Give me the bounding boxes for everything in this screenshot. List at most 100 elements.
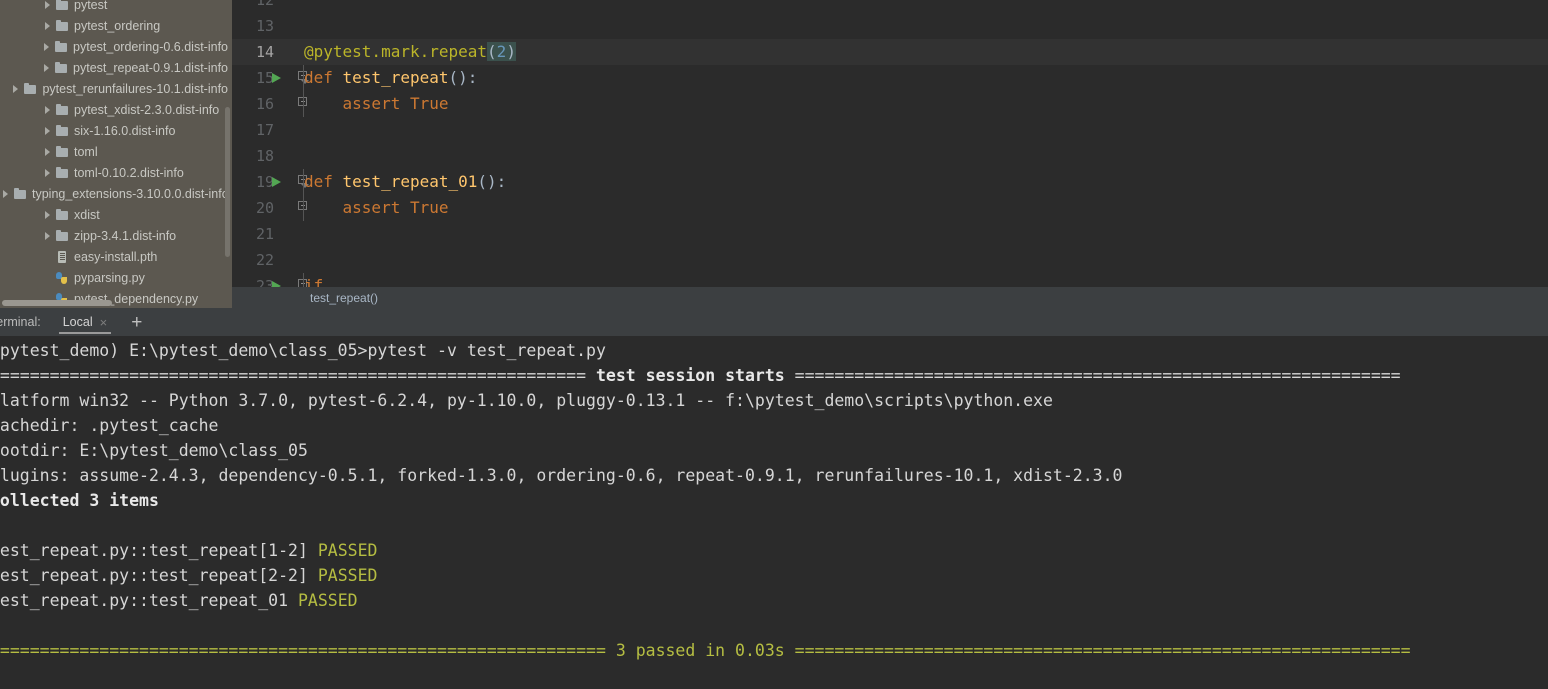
code-line[interactable]: 21 [232, 221, 1548, 247]
line-number-gutter[interactable]: 15 [232, 65, 302, 91]
folder-icon [55, 124, 70, 138]
tree-item[interactable]: six-1.16.0.dist-info [0, 120, 232, 141]
code-token: @pytest.mark.repeat [304, 42, 488, 61]
tree-item[interactable]: pytest_repeat-0.9.1.dist-info [0, 57, 232, 78]
tree-item[interactable]: zipp-3.4.1.dist-info [0, 225, 232, 246]
line-number: 21 [255, 225, 274, 243]
terminal-segment: test_repeat.py::test_repeat[1-2] [0, 541, 318, 560]
line-number-gutter[interactable]: 20 [232, 195, 302, 221]
code-editor[interactable]: 12 13 14 @pytest.mark.repeat(2) 15 def test_r… [232, 0, 1548, 308]
chevron-right-icon[interactable] [42, 208, 55, 221]
chevron-right-icon[interactable] [0, 187, 13, 200]
line-number: 20 [255, 199, 274, 217]
tree-item[interactable]: toml [0, 141, 232, 162]
code-text: @pytest.mark.repeat(2) [304, 39, 516, 65]
terminal-segment: PASSED [317, 541, 378, 560]
chevron-right-icon[interactable] [42, 145, 55, 158]
tree-item-label: toml-0.10.2.dist-info [74, 165, 184, 180]
line-number-gutter[interactable]: 16 [232, 91, 302, 117]
terminal-segment: PASSED [297, 591, 358, 610]
line-number-gutter[interactable]: 18 [232, 143, 302, 169]
code-line[interactable]: 15 def test_repeat(): [232, 65, 1548, 91]
code-line[interactable]: 22 [232, 247, 1548, 273]
terminal-segment: (pytest_demo) E:\pytest_demo\class_05>py… [0, 341, 606, 360]
chevron-right-icon[interactable] [42, 19, 55, 32]
code-line[interactable]: 14 @pytest.mark.repeat(2) [232, 39, 1548, 65]
project-file-tree[interactable]: pytest pytest_ordering pytest_ordering-0.6… [0, 0, 232, 308]
line-number-gutter[interactable]: 19 [232, 169, 302, 195]
tree-item[interactable]: pytest_ordering [0, 15, 232, 36]
code-token: True [409, 94, 449, 113]
tree-item[interactable]: easy-install.pth [0, 246, 232, 267]
code-token: def [304, 172, 343, 191]
sidebar-vertical-scrollbar[interactable] [225, 107, 230, 257]
add-terminal-icon[interactable]: + [125, 313, 148, 332]
code-text: def test_repeat_01(): [304, 169, 506, 195]
chevron-right-icon[interactable] [42, 166, 55, 179]
code-token: assert [304, 94, 410, 113]
folder-icon [55, 145, 70, 159]
folder-icon [13, 187, 28, 201]
code-line[interactable]: 16 assert True [232, 91, 1548, 117]
terminal-output[interactable]: (pytest_demo) E:\pytest_demo\class_05>py… [0, 336, 1548, 689]
line-number-gutter[interactable]: 14 [232, 39, 302, 65]
tree-item[interactable]: pytest_xdist-2.3.0.dist-info [0, 99, 232, 120]
code-line[interactable]: 13 [232, 13, 1548, 39]
code-line[interactable]: 12 [232, 0, 1548, 13]
chevron-right-icon[interactable] [10, 82, 23, 95]
chevron-right-icon[interactable] [41, 40, 54, 53]
tree-item-label: toml [74, 144, 98, 159]
run-test-icon[interactable] [272, 177, 281, 187]
code-lines[interactable]: 12 13 14 @pytest.mark.repeat(2) 15 def test_r… [232, 0, 1548, 299]
code-line[interactable]: 17 [232, 117, 1548, 143]
line-number: 13 [255, 17, 274, 35]
line-number: 14 [255, 43, 274, 61]
code-token: test_repeat [342, 68, 449, 87]
chevron-right-icon[interactable] [41, 61, 54, 74]
tree-item[interactable]: typing_extensions-3.10.0.0.dist-info [0, 183, 232, 204]
line-number-gutter[interactable]: 22 [232, 247, 302, 273]
line-number-gutter[interactable]: 13 [232, 13, 302, 39]
code-line[interactable]: 20 assert True [232, 195, 1548, 221]
chevron-right-icon[interactable] [42, 124, 55, 137]
tree-item[interactable]: pyparsing.py [0, 267, 232, 288]
line-number: 12 [255, 0, 274, 9]
editor-breadcrumb[interactable]: test_repeat() [232, 287, 1548, 308]
chevron-right-icon[interactable] [42, 229, 55, 242]
line-number-gutter[interactable]: 21 [232, 221, 302, 247]
code-text: assert True [304, 195, 449, 221]
tree-item[interactable]: xdist [0, 204, 232, 225]
tree-item[interactable]: toml-0.10.2.dist-info [0, 162, 232, 183]
terminal-line: collected 3 items [0, 488, 1548, 513]
tree-item-label: pyparsing.py [74, 270, 145, 285]
tree-item-label: six-1.16.0.dist-info [74, 123, 176, 138]
chevron-right-icon[interactable] [42, 0, 55, 11]
tree-item[interactable]: pytest_rerunfailures-10.1.dist-info [0, 78, 232, 99]
line-number-gutter[interactable]: 17 [232, 117, 302, 143]
close-icon[interactable]: × [100, 316, 108, 329]
python-file-icon [55, 271, 70, 285]
terminal-line: test_repeat.py::test_repeat[1-2] PASSED [0, 538, 1548, 563]
tree-no-arrow [42, 271, 55, 284]
code-text: assert True [304, 91, 449, 117]
terminal-line: (pytest_demo) E:\pytest_demo\class_05>py… [0, 338, 1548, 363]
terminal-line: ========================================… [0, 363, 1548, 388]
line-number-gutter[interactable]: 12 [232, 0, 302, 13]
folder-icon [55, 0, 70, 12]
project-tool-window[interactable]: pytest pytest_ordering pytest_ordering-0.6… [0, 0, 232, 308]
code-text: def test_repeat(): [304, 65, 477, 91]
code-line[interactable]: 18 [232, 143, 1548, 169]
tree-item[interactable]: pytest [0, 0, 232, 15]
code-token: ) [506, 42, 516, 61]
terminal-line: platform win32 -- Python 3.7.0, pytest-6… [0, 388, 1548, 413]
code-line[interactable]: 19 def test_repeat_01(): [232, 169, 1548, 195]
sidebar-horizontal-scrollbar[interactable] [2, 300, 112, 306]
chevron-right-icon[interactable] [42, 103, 55, 116]
folder-icon [54, 40, 69, 54]
terminal-title: Terminal: [0, 315, 41, 329]
terminal-tab-local[interactable]: Local × [55, 308, 115, 336]
run-test-icon[interactable] [272, 73, 281, 83]
tree-item[interactable]: pytest_ordering-0.6.dist-info [0, 36, 232, 57]
tree-item-label: pytest [74, 0, 108, 12]
